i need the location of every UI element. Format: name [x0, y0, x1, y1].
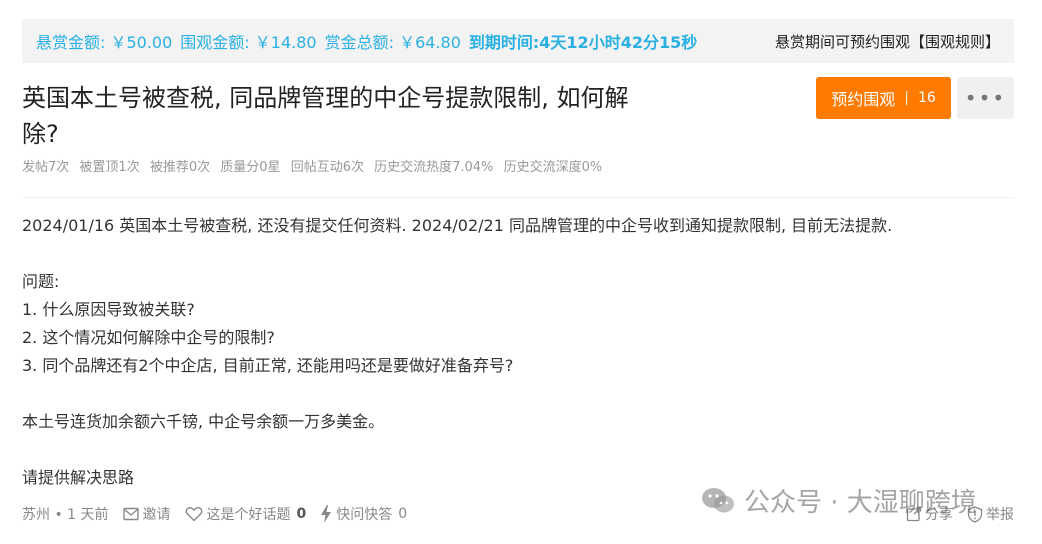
- reserve-watch-label: 预约围观: [831, 90, 896, 109]
- bounty-total: 赏金总额: ￥64.80: [324, 33, 461, 52]
- body-question-2: 2. 这个情况如何解除中企号的限制?: [22, 328, 275, 347]
- quick-answer-button[interactable]: 快问快答 0: [320, 504, 407, 524]
- mail-icon: [122, 507, 139, 521]
- good-topic-button[interactable]: 这是个好话题 0: [185, 504, 307, 524]
- divider: [22, 197, 1014, 198]
- question-title: 英国本土号被查税, 同品牌管理的中企号提款限制, 如何解除?: [22, 84, 629, 148]
- body-question-header: 问题:: [22, 272, 60, 291]
- good-topic-count: 0: [296, 506, 307, 522]
- report-label: 举报: [986, 507, 1014, 523]
- body-question-1: 1. 什么原因导致被关联?: [22, 300, 195, 319]
- quick-answer-label: 快问快答: [336, 507, 393, 523]
- reserve-watch-button[interactable]: 预约围观 | 16: [816, 77, 951, 119]
- stat-quality: 质量分0星: [220, 160, 281, 175]
- bounty-amounts: 悬赏金额: ￥50.00 围观金额: ￥14.80 赏金总额: ￥64.80 到…: [36, 29, 705, 53]
- question-body: 2024/01/16 英国本土号被查税, 还没有提交任何资料. 2024/02/…: [22, 212, 1012, 492]
- share-label: 分享: [925, 507, 953, 523]
- invite-label: 邀请: [142, 507, 171, 523]
- bounty-hint: 悬赏期间可预约围观【围观规则】: [775, 31, 1000, 52]
- bounty-deadline: 到期时间:4天12小时42分15秒: [468, 33, 698, 52]
- bounty-info-bar: 悬赏金额: ￥50.00 围观金额: ￥14.80 赏金总额: ￥64.80 到…: [22, 19, 1014, 63]
- stat-pinned: 被置顶1次: [79, 160, 140, 175]
- reserve-watch-count: 16: [917, 90, 936, 106]
- more-options-button[interactable]: •••: [957, 77, 1014, 119]
- reserve-separator: |: [904, 90, 909, 106]
- watch-amount: 围观金额: ￥14.80: [180, 33, 317, 52]
- bounty-hint-text: 悬赏期间可预约围观: [774, 32, 910, 51]
- quick-answer-count: 0: [398, 506, 408, 522]
- body-question-3: 3. 同个品牌还有2个中企店, 目前正常, 还能用吗还是要做好准备弃号?: [22, 356, 514, 375]
- good-topic-label: 这是个好话题: [206, 507, 291, 523]
- body-request: 请提供解决思路: [22, 468, 135, 487]
- body-line: 2024/01/16 英国本土号被查税, 还没有提交任何资料. 2024/02/…: [22, 216, 893, 235]
- bounty-amount: 悬赏金额: ￥50.00: [36, 33, 173, 52]
- post-actions: 分享 举报: [892, 504, 1014, 524]
- shield-icon: [967, 505, 983, 523]
- stat-recommended: 被推荐0次: [149, 160, 211, 175]
- share-icon: [906, 506, 922, 522]
- more-icon: •••: [964, 86, 1007, 110]
- report-button[interactable]: 举报: [967, 504, 1014, 524]
- stat-posts: 发帖7次: [22, 160, 70, 175]
- heart-icon: [185, 507, 202, 522]
- watch-rules-link[interactable]: 【围观规则】: [910, 33, 1000, 51]
- stat-interactions: 回帖互动6次: [290, 160, 364, 175]
- lightning-icon: [321, 505, 332, 523]
- stat-depth: 历史交流深度0%: [503, 160, 603, 175]
- post-footer: 苏州 • 1 天前 邀请 这是个好话题 0 快问快答 0: [22, 504, 421, 524]
- post-location-time: 苏州 • 1 天前: [22, 507, 109, 523]
- body-balance: 本土号连货加余额六千镑, 中企号余额一万多美金。: [22, 412, 385, 431]
- share-button[interactable]: 分享: [906, 504, 953, 524]
- invite-button[interactable]: 邀请: [122, 504, 171, 524]
- author-stats: 发帖7次 被置顶1次 被推荐0次 质量分0星 回帖互动6次 历史交流热度7.04…: [22, 156, 608, 175]
- stat-heat: 历史交流热度7.04%: [374, 160, 494, 175]
